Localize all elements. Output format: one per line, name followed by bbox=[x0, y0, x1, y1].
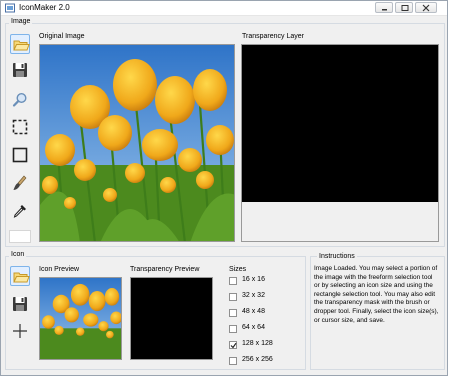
save-icon bbox=[13, 63, 27, 77]
size-checkbox-256[interactable] bbox=[229, 357, 237, 365]
title-bar: IconMaker 2.0 bbox=[1, 1, 447, 16]
sizes-label: Sizes bbox=[229, 266, 247, 273]
size-label-16: 16 x 16 bbox=[242, 276, 265, 283]
original-image-panel[interactable] bbox=[39, 44, 235, 242]
app-icon bbox=[5, 3, 15, 13]
transparency-layer-panel[interactable] bbox=[241, 44, 439, 242]
app-window: IconMaker 2.0 Image Original Image Trans… bbox=[0, 0, 448, 376]
dropper-button[interactable] bbox=[10, 201, 30, 221]
checkmark-icon bbox=[230, 342, 237, 349]
size-label-64: 64 x 64 bbox=[242, 324, 265, 331]
image-group-label: Image bbox=[9, 18, 33, 25]
freeform-select-button[interactable] bbox=[10, 117, 30, 137]
zoom-icon bbox=[12, 92, 27, 107]
open-icon-button[interactable] bbox=[10, 266, 30, 286]
open-image-button[interactable] bbox=[10, 34, 30, 54]
save-icon bbox=[13, 297, 27, 311]
icon-preview-panel bbox=[39, 277, 122, 360]
close-button[interactable] bbox=[415, 2, 437, 13]
size-checkbox-48[interactable] bbox=[229, 309, 237, 317]
size-checkbox-32[interactable] bbox=[229, 293, 237, 301]
size-label-48: 48 x 48 bbox=[242, 308, 265, 315]
transparency-preview-panel bbox=[130, 277, 213, 360]
freeform-select-icon bbox=[12, 119, 28, 135]
icon-preview-label: Icon Preview bbox=[39, 266, 80, 273]
minimize-button[interactable] bbox=[375, 2, 393, 13]
original-image-label: Original Image bbox=[39, 33, 85, 40]
minimize-icon bbox=[382, 9, 387, 11]
rectangle-select-button[interactable] bbox=[10, 145, 30, 165]
size-label-32: 32 x 32 bbox=[242, 292, 265, 299]
close-icon bbox=[422, 4, 430, 12]
maximize-button[interactable] bbox=[395, 2, 413, 13]
transparency-layer-label: Transparency Layer bbox=[242, 33, 304, 40]
crosshair-icon bbox=[13, 324, 27, 338]
instructions-text: Image Loaded. You may select a portion o… bbox=[314, 265, 439, 324]
save-image-button[interactable] bbox=[10, 60, 30, 80]
window-title: IconMaker 2.0 bbox=[19, 3, 70, 12]
restore-icon bbox=[401, 5, 409, 11]
rectangle-select-icon bbox=[12, 147, 28, 163]
tulip-thumbnail bbox=[40, 278, 121, 359]
zoom-button[interactable] bbox=[10, 90, 30, 110]
instructions-title: Instructions bbox=[317, 253, 357, 260]
brush-icon bbox=[13, 175, 27, 190]
dropper-icon bbox=[13, 205, 26, 218]
transparency-preview-label: Transparency Preview bbox=[130, 266, 200, 273]
open-folder-icon bbox=[13, 272, 30, 283]
size-checkbox-16[interactable] bbox=[229, 277, 237, 285]
open-folder-icon bbox=[13, 40, 30, 51]
save-icon-button[interactable] bbox=[10, 294, 30, 314]
tulip-photo bbox=[40, 45, 234, 241]
icon-group-label: Icon bbox=[9, 251, 27, 258]
size-label-128: 128 x 128 bbox=[242, 340, 273, 347]
size-label-256: 256 x 256 bbox=[242, 356, 273, 363]
crosshair-button[interactable] bbox=[10, 321, 30, 341]
size-checkbox-64[interactable] bbox=[229, 325, 237, 333]
brush-button[interactable] bbox=[10, 173, 30, 193]
size-checkbox-128[interactable] bbox=[229, 341, 237, 349]
color-swatch[interactable] bbox=[9, 230, 31, 243]
